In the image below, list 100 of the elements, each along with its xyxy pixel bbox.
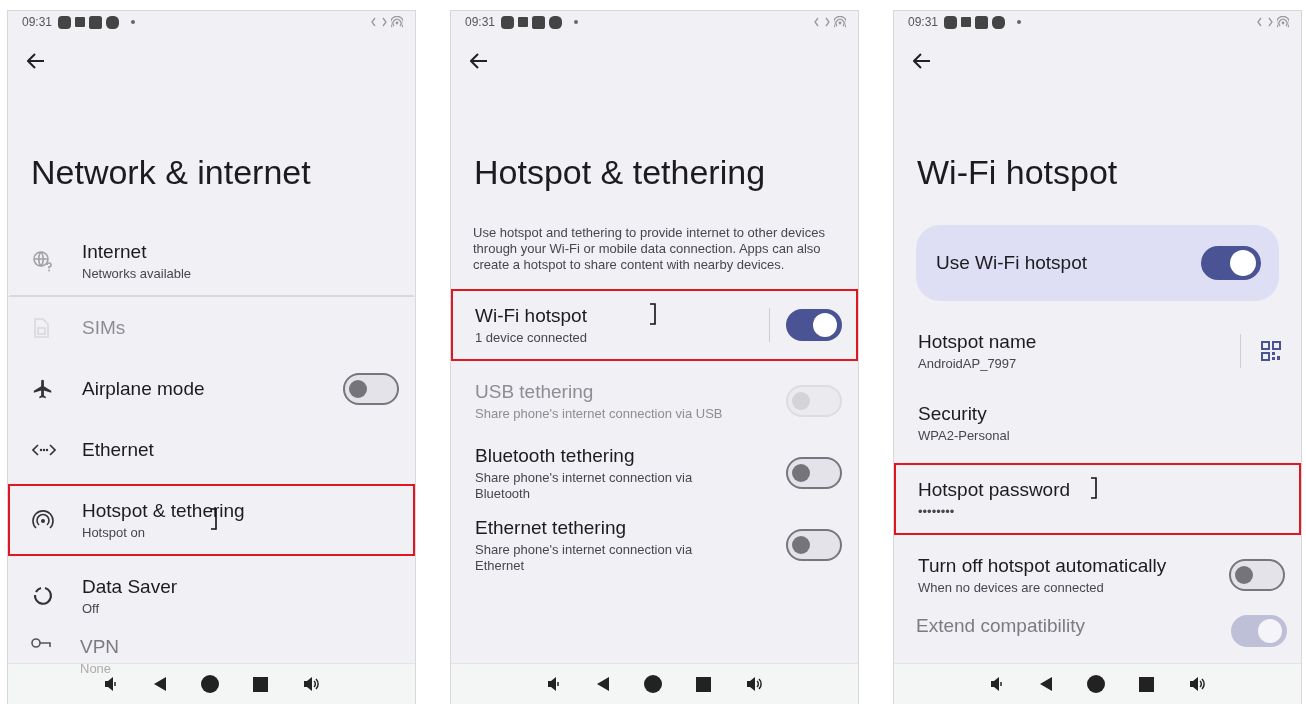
- setting-title: Bluetooth tethering: [475, 444, 636, 467]
- card-title: Use Wi-Fi hotspot: [936, 252, 1087, 274]
- notification-icon: [944, 15, 958, 29]
- hotspot-icon: [1277, 16, 1289, 28]
- setting-title: Ethernet tethering: [475, 516, 628, 539]
- notification-icon: [75, 17, 86, 27]
- volume-down-icon: [546, 676, 562, 692]
- toggle-switch[interactable]: [343, 372, 399, 405]
- setting-row[interactable]: Airplane mode: [8, 358, 415, 419]
- back-triangle-icon: [153, 676, 167, 692]
- volume-down-button[interactable]: [989, 676, 1005, 692]
- qr-code-icon: [1261, 341, 1281, 361]
- dot-icon: [131, 20, 136, 24]
- setting-title: USB tethering: [475, 380, 595, 403]
- dot-icon: [574, 20, 579, 24]
- status-time: 09:31: [22, 15, 53, 29]
- highlighted-setting-row[interactable]: Hotspot password ••••••••: [894, 463, 1301, 535]
- setting-subtitle: Hotspot on: [82, 524, 146, 541]
- notification-icon: [518, 17, 529, 27]
- notification-icon: [992, 15, 1006, 29]
- setting-title: Extend compatibility: [916, 615, 1086, 637]
- setting-row[interactable]: Security WPA2-Personal: [894, 387, 1301, 459]
- globe-icon: [32, 250, 54, 272]
- highlighted-setting-row[interactable]: Wi-Fi hotspot 1 device connected: [451, 289, 858, 361]
- dot-icon: [1017, 20, 1022, 24]
- setting-title: Data Saver: [82, 575, 179, 598]
- data-icon: [371, 17, 387, 27]
- recents-square-icon: [253, 676, 268, 692]
- setting-subtitle: Share phone's internet connection via Ethernet: [475, 541, 694, 574]
- setting-subtitle: AndroidAP_7997: [918, 355, 1018, 372]
- setting-subtitle: None: [80, 661, 113, 677]
- highlighted-setting-row[interactable]: Hotspot & tethering Hotspot on: [8, 484, 415, 556]
- page-title: Hotspot & tethering: [474, 153, 767, 193]
- vpn-key-icon: [30, 636, 52, 650]
- setting-title: Internet: [82, 240, 148, 263]
- setting-row[interactable]: Turn off hotspot automatically When no devices are connected: [894, 539, 1301, 611]
- home-button[interactable]: [644, 675, 662, 693]
- volume-up-button[interactable]: [302, 676, 320, 692]
- setting-row[interactable]: Ethernet: [8, 419, 415, 480]
- toggle-switch[interactable]: [1201, 246, 1261, 280]
- airplane-icon: [32, 377, 54, 400]
- page-title: Wi-Fi hotspot: [917, 153, 1119, 193]
- toggle-switch[interactable]: [786, 457, 842, 489]
- notification-icon: [961, 17, 972, 27]
- data-icon: [814, 17, 830, 27]
- notification-icon: [549, 15, 563, 29]
- back-arrow-icon: [27, 53, 45, 69]
- volume-up-icon: [302, 676, 320, 692]
- notification-icon: [975, 15, 989, 29]
- home-button[interactable]: [201, 675, 219, 693]
- setting-row[interactable]: Bluetooth tethering Share phone's internet connection via Bluetooth: [451, 437, 858, 509]
- notification-icon: [106, 15, 120, 29]
- toggle-switch[interactable]: [1229, 559, 1285, 591]
- setting-subtitle: ••••••••: [918, 503, 956, 520]
- volume-down-button[interactable]: [546, 676, 562, 692]
- setting-row[interactable]: Internet Networks available: [8, 225, 415, 297]
- volume-down-icon: [103, 676, 119, 692]
- setting-title: SIMs: [82, 316, 127, 339]
- setting-subtitle: 1 device connected: [475, 329, 589, 346]
- setting-subtitle: Off: [82, 600, 101, 617]
- setting-row[interactable]: Ethernet tethering Share phone's internet connection via Ethernet: [451, 509, 858, 581]
- hotspot-icon: [32, 509, 54, 531]
- home-circle-icon: [1087, 675, 1105, 693]
- setting-title: Airplane mode: [82, 377, 206, 400]
- setting-row[interactable]: Data Saver Off: [8, 560, 415, 632]
- recents-square-icon: [696, 676, 711, 692]
- toggle-switch[interactable]: [786, 309, 842, 341]
- setting-row[interactable]: Hotspot name AndroidAP_7997: [894, 315, 1301, 387]
- setting-title: Hotspot password: [918, 478, 1072, 501]
- back-nav-button[interactable]: [596, 676, 610, 692]
- volume-up-button[interactable]: [1188, 676, 1206, 692]
- back-arrow-icon: [470, 53, 488, 69]
- setting-subtitle: When no devices are connected: [918, 579, 1105, 596]
- toggle-switch[interactable]: [786, 529, 842, 561]
- setting-title: Ethernet: [82, 438, 155, 461]
- volume-up-icon: [1188, 676, 1206, 692]
- recents-button[interactable]: [1139, 676, 1154, 692]
- back-nav-button[interactable]: [153, 676, 167, 692]
- page-title: Network & internet: [31, 153, 312, 193]
- home-button[interactable]: [1087, 675, 1105, 693]
- ethernet-icon: [32, 442, 56, 457]
- volume-down-button[interactable]: [103, 676, 119, 692]
- recents-button[interactable]: [253, 676, 268, 692]
- hotspot-card[interactable]: Use Wi-Fi hotspot: [916, 225, 1279, 301]
- back-triangle-icon: [596, 676, 610, 692]
- back-triangle-icon: [1039, 676, 1053, 692]
- setting-subtitle: WPA2-Personal: [918, 427, 1011, 444]
- data-saver-icon: [32, 585, 54, 607]
- notification-icon: [58, 15, 72, 29]
- notification-icon: [532, 15, 546, 29]
- volume-down-icon: [989, 676, 1005, 692]
- volume-up-button[interactable]: [745, 676, 763, 692]
- back-nav-button[interactable]: [1039, 676, 1053, 692]
- notification-icon: [89, 15, 103, 29]
- data-icon: [1257, 17, 1273, 27]
- sim-card-icon: [32, 317, 50, 338]
- status-time: 09:31: [908, 15, 939, 29]
- hotspot-icon: [391, 16, 403, 28]
- setting-title: Security: [918, 402, 988, 425]
- recents-button[interactable]: [696, 676, 711, 692]
